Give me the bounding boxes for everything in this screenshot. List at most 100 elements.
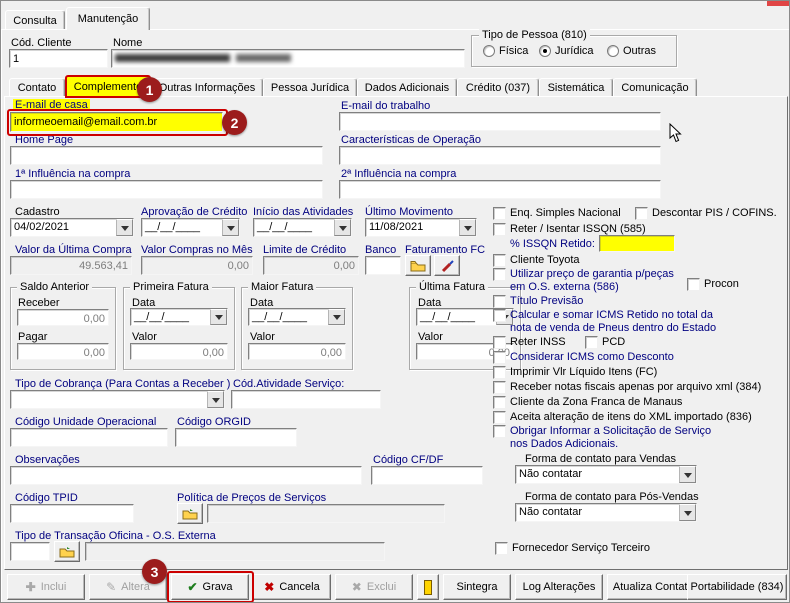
tab-pessoa-juridica[interactable]: Pessoa Jurídica	[263, 78, 357, 97]
reter-inss-label: Reter INSS	[510, 336, 566, 349]
inclui-button[interactable]: ✚Inclui	[7, 574, 85, 600]
radio-fisica[interactable]	[483, 45, 495, 57]
tab-comunicacao[interactable]: Comunicação	[613, 78, 697, 97]
check-aceita-xml[interactable]: Aceita alteração de itens do XML importa…	[493, 411, 752, 424]
sintegra-button[interactable]: Sintegra	[443, 574, 511, 600]
chevron-down-icon[interactable]	[328, 309, 345, 325]
check-procon[interactable]: Procon	[687, 278, 739, 291]
reter-inss-checkbox[interactable]	[493, 336, 506, 349]
log-alteracoes-button[interactable]: Log Alterações	[515, 574, 603, 600]
vendas-combo[interactable]: Não contatar	[515, 465, 697, 484]
icms-pneus-checkbox[interactable]	[493, 309, 506, 322]
chevron-down-icon[interactable]	[222, 219, 239, 236]
chevron-down-icon[interactable]	[679, 466, 696, 483]
icms-pneus-label: Calcular e somar ICMS Retido no total da…	[510, 309, 722, 335]
annotation-circle-1: 1	[137, 77, 162, 102]
check-imprimir-vlr[interactable]: Imprimir Vlr Líquido Itens (FC)	[493, 366, 657, 379]
faturamento-browse-button[interactable]	[405, 255, 431, 276]
check-receber-xml[interactable]: Receber notas fiscais apenas por arquivo…	[493, 381, 761, 394]
check-fornecedor-terceiro[interactable]: Fornecedor Serviço Terceiro	[495, 542, 650, 555]
transacao-input[interactable]	[10, 542, 50, 561]
portabilidade-label: Portabilidade (834)	[691, 581, 784, 593]
tipo-cobranca-combo[interactable]	[10, 390, 225, 409]
close-button-partial[interactable]	[767, 1, 789, 6]
imprimir-vlr-checkbox[interactable]	[493, 366, 506, 379]
enq-simples-checkbox[interactable]	[493, 207, 506, 220]
primeira-data-combo[interactable]: __/__/____	[130, 308, 228, 326]
nome-input[interactable]	[111, 49, 465, 68]
radio-juridica[interactable]	[539, 45, 551, 57]
check-icms-pneus[interactable]: Calcular e somar ICMS Retido no total da…	[493, 309, 728, 335]
inicio-combo[interactable]: __/__/____	[253, 218, 352, 237]
check-titulo-previsao[interactable]: Título Previsão	[493, 295, 583, 308]
check-zona-franca[interactable]: Cliente da Zona Franca de Manaus	[493, 396, 682, 409]
check-garantia[interactable]: Utilizar preço de garantia p/peças em O.…	[493, 268, 683, 294]
procon-checkbox[interactable]	[687, 278, 700, 291]
email-casa-input[interactable]	[10, 112, 223, 132]
maior-data-combo[interactable]: __/__/____	[248, 308, 346, 326]
cod-cliente-input[interactable]	[9, 49, 108, 68]
chevron-down-icon[interactable]	[459, 219, 476, 236]
home-page-input[interactable]	[10, 146, 323, 165]
garantia-checkbox[interactable]	[493, 268, 506, 281]
tab-manutencao[interactable]: Manutenção	[66, 7, 150, 30]
check-cliente-toyota[interactable]: Cliente Toyota	[493, 254, 580, 267]
annotation-circle-3: 3	[142, 559, 167, 584]
check-pcd[interactable]: PCD	[585, 336, 625, 349]
check-icms-desconto[interactable]: Considerar ICMS como Desconto	[493, 351, 674, 364]
cadastro-combo[interactable]: 04/02/2021	[10, 218, 134, 237]
transacao-browse-button[interactable]	[54, 541, 80, 562]
receber-xml-checkbox[interactable]	[493, 381, 506, 394]
check-reter-inss[interactable]: Reter INSS	[493, 336, 566, 349]
tab-contato[interactable]: Contato	[9, 78, 65, 97]
chevron-down-icon[interactable]	[207, 391, 224, 408]
cod-unidade-input[interactable]	[10, 428, 168, 447]
pcd-checkbox[interactable]	[585, 336, 598, 349]
exclui-button[interactable]: ✖Exclui	[335, 574, 413, 600]
chevron-down-icon[interactable]	[679, 504, 696, 521]
tab-sistematica[interactable]: Sistemática	[539, 78, 613, 97]
email-trabalho-input[interactable]	[339, 112, 661, 131]
ultimo-movimento-combo[interactable]: 11/08/2021	[365, 218, 477, 237]
cliente-toyota-checkbox[interactable]	[493, 254, 506, 267]
faturamento-edit-button[interactable]	[434, 255, 460, 276]
politica-browse-button[interactable]	[177, 503, 203, 524]
observacoes-input[interactable]	[10, 466, 362, 485]
check-descontar-pis[interactable]: Descontar PIS / COFINS.	[635, 207, 777, 220]
primeira-fatura-title: Primeira Fatura	[130, 281, 212, 294]
chevron-down-icon[interactable]	[116, 219, 133, 236]
influencia1-input[interactable]	[10, 180, 323, 199]
portabilidade-button[interactable]: Portabilidade (834)	[687, 574, 787, 600]
cod-orgid-input[interactable]	[175, 428, 297, 447]
pos-vendas-combo[interactable]: Não contatar	[515, 503, 697, 522]
titulo-previsao-checkbox[interactable]	[493, 295, 506, 308]
cod-tpid-input[interactable]	[10, 504, 134, 523]
influencia2-input[interactable]	[339, 180, 661, 199]
banco-input[interactable]	[365, 256, 401, 275]
tab-credito[interactable]: Crédito (037)	[457, 78, 539, 97]
obrigar-solicitacao-checkbox[interactable]	[493, 425, 506, 438]
cancela-button[interactable]: ✖Cancela	[253, 574, 331, 600]
check-enq-simples[interactable]: Enq. Simples Nacional	[493, 207, 621, 220]
zona-franca-checkbox[interactable]	[493, 396, 506, 409]
fornecedor-terceiro-checkbox[interactable]	[495, 542, 508, 555]
cod-atividade-input[interactable]	[231, 390, 381, 409]
tab-consulta[interactable]: Consulta	[5, 10, 65, 30]
caracteristicas-input[interactable]	[339, 146, 661, 165]
yellow-tool-button[interactable]	[417, 574, 439, 600]
email-casa-label: E-mail de casa	[13, 99, 90, 112]
tab-outras-informacoes[interactable]: Outras Informações	[151, 78, 263, 97]
check-obrigar-solicitacao[interactable]: Obrigar Informar a Solicitação de Serviç…	[493, 425, 728, 451]
icms-desconto-checkbox[interactable]	[493, 351, 506, 364]
chevron-down-icon[interactable]	[334, 219, 351, 236]
descontar-pis-checkbox[interactable]	[635, 207, 648, 220]
reter-issqn-checkbox[interactable]	[493, 223, 506, 236]
grava-button[interactable]: ✔Grava	[171, 574, 249, 600]
chevron-down-icon[interactable]	[210, 309, 227, 325]
aprovacao-combo[interactable]: __/__/____	[141, 218, 240, 237]
aceita-xml-checkbox[interactable]	[493, 411, 506, 424]
issqn-retido-input[interactable]	[599, 235, 675, 252]
cod-cfdf-input[interactable]	[371, 466, 483, 485]
radio-outras[interactable]	[607, 45, 619, 57]
tab-dados-adicionais[interactable]: Dados Adicionais	[357, 78, 457, 97]
